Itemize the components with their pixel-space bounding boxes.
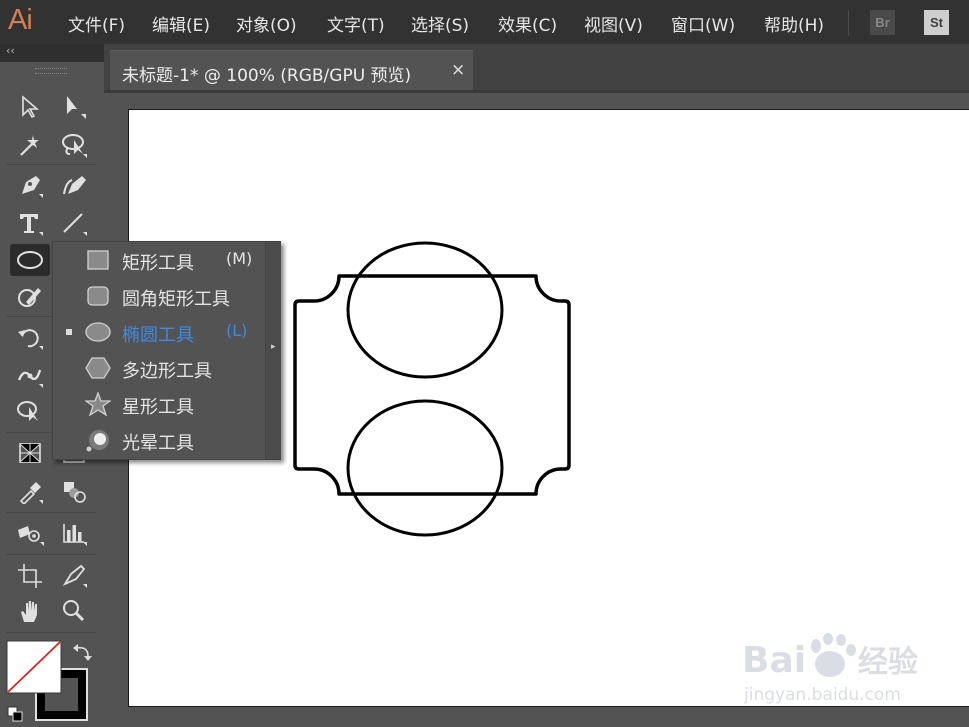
flyout-item-label: 多边形工具	[122, 361, 212, 382]
flyout-item-flare[interactable]: 光晕工具	[53, 422, 265, 458]
flyout-item-label: 圆角矩形工具	[122, 289, 230, 310]
rounded-rectangle-icon	[84, 284, 112, 308]
top-ellipse	[346, 241, 504, 379]
current-tool-indicator	[66, 329, 72, 335]
menu-divider	[848, 10, 849, 36]
flyout-tearoff-strip[interactable]: ▸	[265, 242, 281, 459]
menu-effect[interactable]: 效果(C)	[498, 11, 557, 36]
tab-divider	[104, 90, 969, 93]
tearoff-arrow-icon[interactable]: ▸	[271, 342, 276, 352]
flyout-item-label: 矩形工具	[122, 253, 194, 274]
menu-bar: Ai 文件(F) 编辑(E) 对象(O) 文字(T) 选择(S) 效果(C) 视…	[0, 0, 969, 44]
document-tabbar: 未标题-1* @ 100% (RGB/GPU 预览) ×	[104, 44, 969, 91]
ellipse-icon	[84, 320, 112, 344]
close-icon[interactable]: ×	[451, 60, 465, 80]
flyout-item-label: 星形工具	[122, 397, 194, 418]
document-tab-title: 未标题-1* @ 100% (RGB/GPU 预览)	[122, 66, 412, 86]
polygon-icon	[84, 356, 112, 380]
flyout-item-polygon[interactable]: 多边形工具	[53, 350, 265, 386]
baidu-jingyan-watermark: Bai 经验 jingyan.baidu.com	[742, 633, 918, 705]
flyout-item-rounded-rectangle[interactable]: 圆角矩形工具	[53, 278, 265, 314]
inverse-rounded-rectangle	[293, 274, 571, 496]
menu-help[interactable]: 帮助(H)	[764, 11, 824, 36]
rectangle-icon	[84, 248, 112, 272]
menu-select[interactable]: 选择(S)	[411, 11, 469, 36]
flyout-item-shortcut: (L)	[226, 321, 248, 340]
flyout-item-rectangle[interactable]: 矩形工具 (M)	[53, 242, 265, 278]
menu-view[interactable]: 视图(V)	[584, 11, 643, 36]
flyout-item-shortcut: (M)	[226, 249, 253, 268]
svg-text:jingyan.baidu.com: jingyan.baidu.com	[743, 685, 901, 705]
svg-text:Bai: Bai	[742, 640, 806, 681]
bottom-ellipse	[346, 399, 504, 537]
flyout-item-ellipse[interactable]: 椭圆工具 (L)	[53, 314, 265, 350]
menu-object[interactable]: 对象(O)	[236, 11, 297, 36]
star-icon	[84, 392, 112, 416]
flyout-item-label: 光晕工具	[122, 433, 194, 454]
document-tab[interactable]: 未标题-1* @ 100% (RGB/GPU 预览) ×	[110, 50, 473, 91]
menu-file[interactable]: 文件(F)	[68, 11, 125, 36]
menu-type[interactable]: 文字(T)	[327, 11, 385, 36]
shape-tools-flyout: 矩形工具 (M) 圆角矩形工具 椭圆工具 (L) 多边形工具 星形工具 光晕工具…	[52, 241, 281, 460]
app-logo: Ai	[8, 4, 33, 36]
flyout-item-star[interactable]: 星形工具	[53, 386, 265, 422]
flyout-item-label: 椭圆工具	[122, 325, 194, 346]
svg-text:经验: 经验	[858, 645, 918, 680]
menu-window[interactable]: 窗口(W)	[671, 11, 735, 36]
stock-button[interactable]: St	[924, 10, 949, 35]
bridge-button[interactable]: Br	[870, 10, 895, 35]
flare-icon	[84, 428, 112, 452]
menu-edit[interactable]: 编辑(E)	[152, 11, 210, 36]
